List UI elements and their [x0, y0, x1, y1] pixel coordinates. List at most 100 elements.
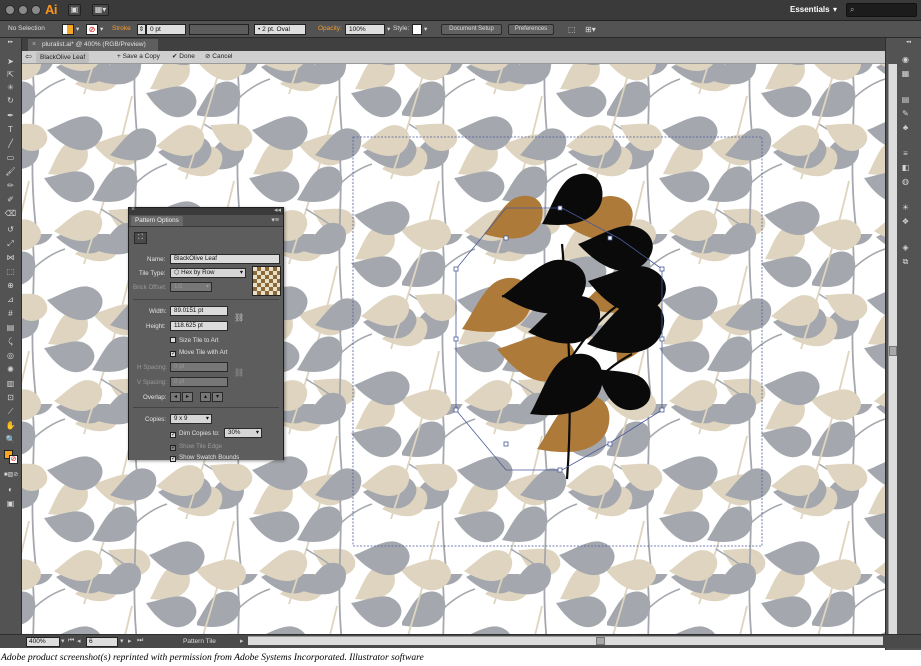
minimize-window-icon[interactable]	[18, 5, 28, 15]
dock-collapse-icon[interactable]: ◂◂	[902, 40, 915, 45]
zoom-tool-icon[interactable]: 🔍	[4, 434, 17, 445]
swatches-panel-icon[interactable]: ▤	[899, 94, 912, 105]
eyedropper-tool-icon[interactable]: ⤹	[4, 336, 17, 347]
chevron-down-icon[interactable]: ▾	[120, 637, 124, 645]
chevron-down-icon[interactable]: ▾	[387, 25, 390, 33]
chevron-down-icon[interactable]: ▾	[76, 25, 79, 33]
workspace-switcher[interactable]: Essentials	[790, 5, 830, 14]
cancel-button[interactable]: ⊘ Cancel	[205, 51, 233, 63]
screen-mode-icon[interactable]: ▣	[4, 498, 17, 509]
pen-tool-icon[interactable]: ✒	[4, 110, 17, 121]
bottom-in-front-icon[interactable]: ▾	[212, 392, 223, 402]
slice-tool-icon[interactable]: ⟋	[4, 406, 17, 417]
color-panel-icon[interactable]: ◉	[899, 54, 912, 65]
paintbrush-tool-icon[interactable]: 🖌	[4, 166, 17, 177]
selection-tool-icon[interactable]: ➤	[4, 56, 17, 67]
pattern-tile-tool-icon[interactable]: ⛶	[134, 232, 147, 244]
artboard-number-field[interactable]: 6	[86, 637, 118, 647]
lasso-tool-icon[interactable]: ↻	[4, 95, 17, 106]
link-proportions-icon[interactable]: ⛓	[234, 313, 244, 322]
panel-titlebar[interactable]: × ◂◂	[129, 206, 283, 215]
copies-dropdown[interactable]: 9 x 9 ▾	[170, 414, 212, 424]
pencil-tool-icon[interactable]: ✏	[4, 180, 17, 191]
stroke-label[interactable]: Stroke	[112, 25, 131, 32]
show-swatch-bounds-checkbox[interactable]: ✓ Show Swatch Bounds	[170, 454, 239, 462]
fill-swatch[interactable]	[62, 24, 74, 35]
shape-builder-tool-icon[interactable]: ⊕	[4, 280, 17, 291]
brush-definition-dropdown[interactable]: • 2 pt. Oval	[254, 24, 306, 35]
symbols-panel-icon[interactable]: ♣	[899, 122, 912, 133]
artboard-tool-icon[interactable]: ⊡	[4, 392, 17, 403]
document-tab[interactable]: × pluralist.ai* @ 400% (RGB/Preview)	[28, 39, 158, 51]
first-artboard-icon[interactable]: ⏮	[68, 637, 74, 645]
panel-tab-pattern-options[interactable]: Pattern Options	[131, 216, 183, 226]
graphic-styles-panel-icon[interactable]: ❖	[899, 216, 912, 227]
stroke-panel-icon[interactable]: ≡	[899, 148, 912, 159]
dim-copies-dropdown[interactable]: 30% ▾	[224, 428, 262, 438]
opacity-label[interactable]: Opacity:	[318, 25, 342, 32]
select-similar-icon[interactable]: ⬚	[568, 25, 576, 34]
color-guide-icon[interactable]: ▦	[899, 68, 912, 79]
fill-stroke-swatches[interactable]: ⊘	[4, 450, 18, 466]
graphic-style-swatch[interactable]	[412, 24, 422, 35]
height-field[interactable]: 118.625 pt	[170, 321, 228, 331]
close-window-icon[interactable]	[5, 5, 15, 15]
last-artboard-icon[interactable]: ⏭	[137, 637, 143, 645]
appearance-panel-icon[interactable]: ☀	[899, 202, 912, 213]
search-input[interactable]: ⌕	[846, 3, 917, 17]
hand-tool-icon[interactable]: ✋	[4, 420, 17, 431]
pattern-name-field[interactable]: BlackOlive Leaf	[170, 254, 280, 264]
document-setup-button[interactable]: Document Setup	[441, 24, 502, 35]
right-in-front-icon[interactable]: ▸	[182, 392, 193, 402]
done-button[interactable]: ✔ Done	[172, 51, 195, 63]
type-tool-icon[interactable]: T	[4, 124, 17, 135]
horizontal-scrollbar[interactable]	[248, 636, 883, 645]
bridge-icon[interactable]: ▣	[68, 4, 81, 16]
free-transform-tool-icon[interactable]: ⬚	[4, 266, 17, 277]
magic-wand-tool-icon[interactable]: ✳	[4, 82, 17, 93]
eraser-tool-icon[interactable]: ⌫	[4, 208, 17, 219]
panel-grip-icon[interactable]: ▸▸	[4, 40, 17, 45]
left-in-front-icon[interactable]: ◂	[170, 392, 181, 402]
layers-panel-icon[interactable]: ◈	[899, 242, 912, 253]
column-graph-tool-icon[interactable]: ▥	[4, 378, 17, 389]
arrange-icon[interactable]: ⊞▾	[585, 25, 596, 34]
opacity-field[interactable]: 100%	[345, 24, 385, 35]
stroke-swatch[interactable]: ⊘	[86, 24, 98, 35]
back-arrow-icon[interactable]: ⇦	[25, 51, 32, 63]
stroke-stepper[interactable]: ⇕	[137, 24, 146, 35]
blend-tool-icon[interactable]: ◎	[4, 350, 17, 361]
arrange-documents-icon[interactable]: ▦▾	[92, 4, 109, 16]
symbol-sprayer-tool-icon[interactable]: ✺	[4, 364, 17, 375]
artboards-panel-icon[interactable]: ⧉	[899, 256, 912, 267]
pattern-name-breadcrumb[interactable]: BlackOlive Leaf	[36, 52, 90, 63]
vertical-scrollbar[interactable]	[888, 64, 897, 634]
gradient-tool-icon[interactable]: ▤	[4, 322, 17, 333]
rectangle-tool-icon[interactable]: ▭	[4, 152, 17, 163]
size-tile-to-art-checkbox[interactable]: Size Tile to Art	[170, 337, 219, 344]
tile-type-dropdown[interactable]: ⬡ Hex by Row ▾	[170, 268, 246, 278]
collapse-icon[interactable]: ◂◂	[274, 206, 281, 214]
previous-artboard-icon[interactable]: ◂	[77, 637, 81, 645]
move-tile-with-art-checkbox[interactable]: ✓ Move Tile with Art	[170, 349, 227, 357]
chevron-down-icon[interactable]: ▾	[61, 637, 65, 645]
top-in-front-icon[interactable]: ▴	[200, 392, 211, 402]
status-menu-icon[interactable]: ▸	[240, 637, 244, 645]
rotate-tool-icon[interactable]: ↺	[4, 224, 17, 235]
chevron-down-icon[interactable]: ▾	[833, 5, 837, 14]
direct-selection-tool-icon[interactable]: ⇱	[4, 69, 17, 80]
close-icon[interactable]: ×	[32, 39, 36, 51]
stroke-weight-field[interactable]: 0 pt	[146, 24, 186, 35]
zoom-window-icon[interactable]	[31, 5, 41, 15]
gradient-panel-icon[interactable]: ◧	[899, 162, 912, 173]
preferences-button[interactable]: Preferences	[508, 24, 554, 35]
chevron-down-icon[interactable]: ▾	[424, 25, 427, 33]
perspective-grid-tool-icon[interactable]: ⊿	[4, 294, 17, 305]
color-mode-icons[interactable]: ■▨⊘	[4, 470, 18, 481]
chevron-down-icon[interactable]: ▾	[100, 25, 103, 33]
panel-menu-icon[interactable]: ▾≡	[271, 216, 279, 224]
width-field[interactable]: 89.0151 pt	[170, 306, 228, 316]
mesh-tool-icon[interactable]: #	[4, 308, 17, 319]
variable-width-dropdown[interactable]	[189, 24, 249, 35]
drawing-mode-icon[interactable]: ◐	[4, 484, 17, 495]
